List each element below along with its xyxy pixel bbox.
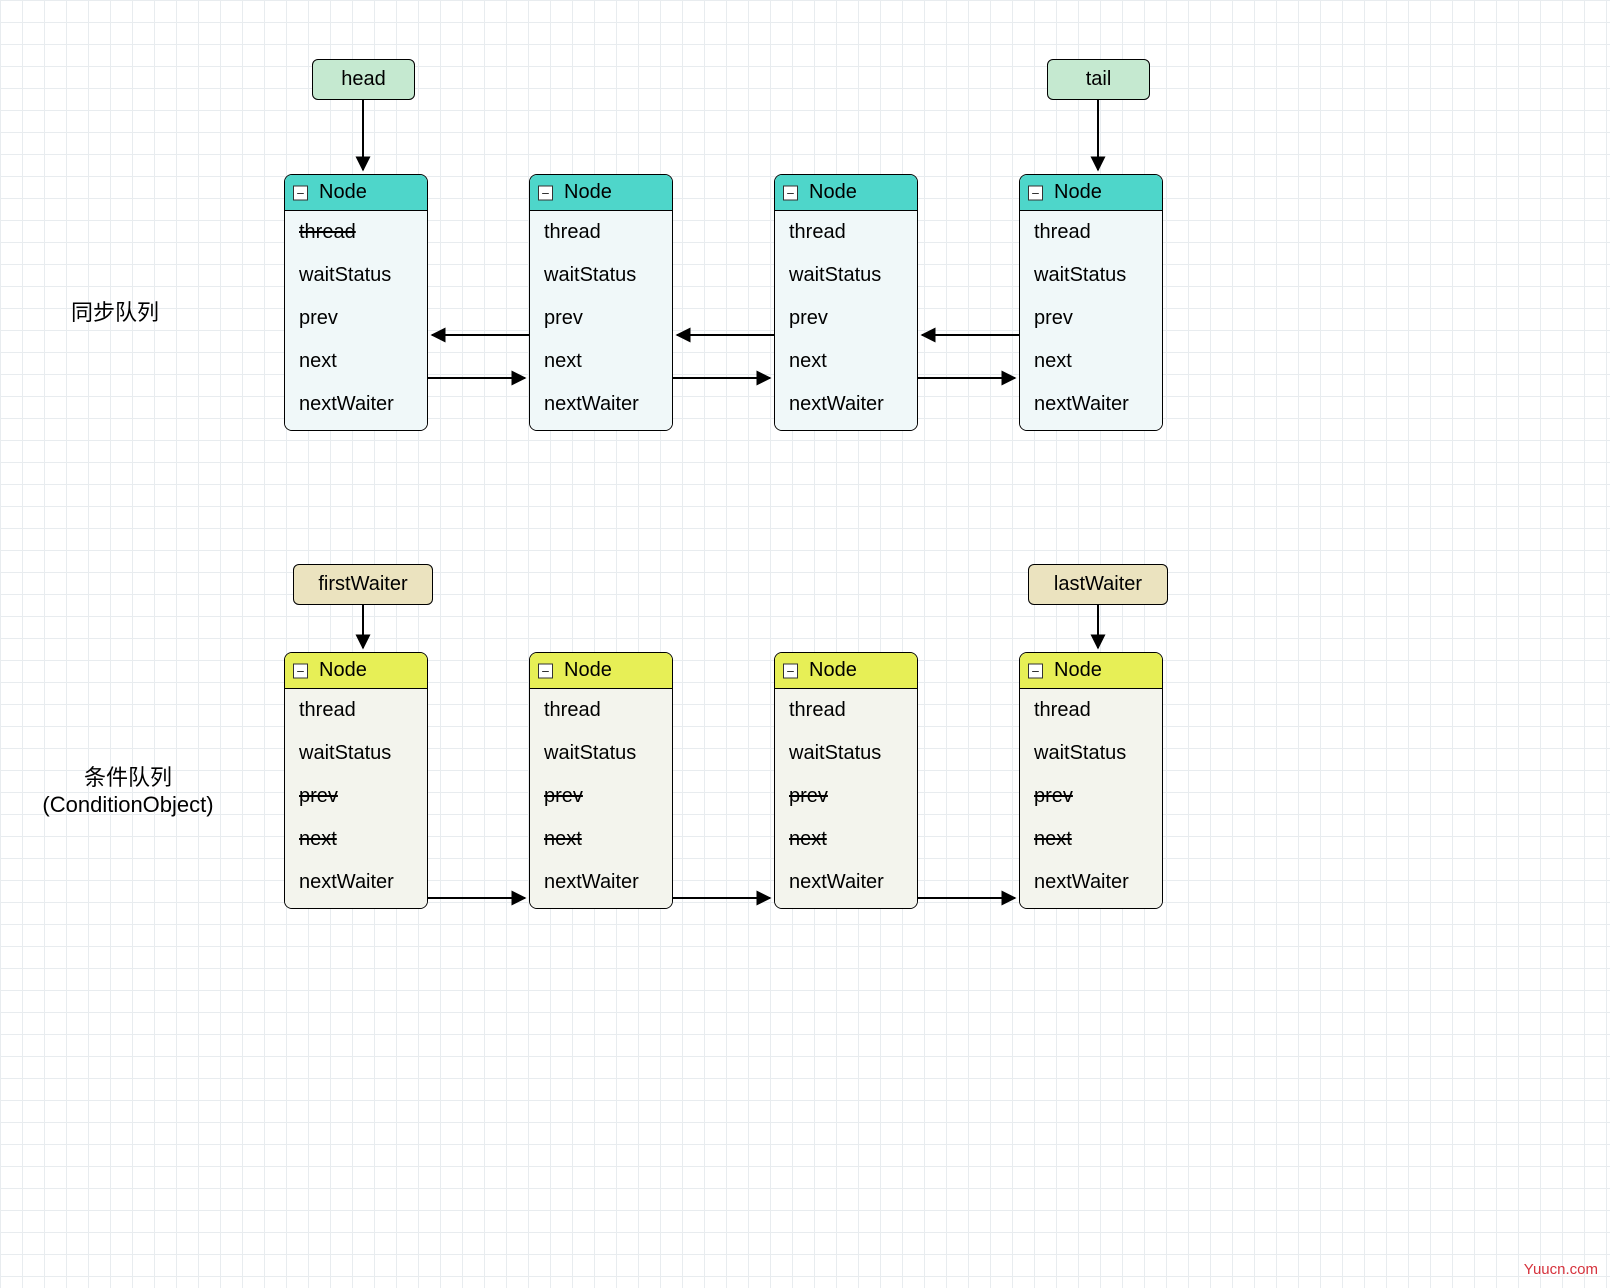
field-next: next: [299, 350, 413, 373]
collapse-icon[interactable]: –: [783, 663, 798, 678]
node-body: thread waitStatus prev next nextWaiter: [775, 689, 917, 908]
sync-queue-label: 同步队列: [50, 295, 180, 327]
first-waiter-label: firstWaiter: [293, 564, 433, 605]
node-header: –Node: [775, 653, 917, 689]
node-title: Node: [319, 659, 367, 681]
collapse-icon[interactable]: –: [538, 185, 553, 200]
field-thread: thread: [544, 699, 658, 722]
cond-queue-label: 条件队列 (ConditionObject): [18, 760, 238, 818]
field-thread: thread: [299, 221, 413, 244]
collapse-icon[interactable]: –: [783, 185, 798, 200]
node-body: thread waitStatus prev next nextWaiter: [530, 211, 672, 430]
node-title: Node: [564, 659, 612, 681]
sync-node-1: –Node thread waitStatus prev next nextWaiter: [529, 174, 673, 431]
node-header: –Node: [775, 175, 917, 211]
node-body: thread waitStatus prev next nextWaiter: [285, 211, 427, 430]
collapse-icon[interactable]: –: [1028, 663, 1043, 678]
field-thread: thread: [1034, 221, 1148, 244]
cond-queue-label-1: 条件队列: [18, 760, 238, 792]
field-next: next: [789, 828, 903, 851]
cond-node-2: –Node thread waitStatus prev next nextWaiter: [774, 652, 918, 909]
node-title: Node: [319, 181, 367, 203]
collapse-icon[interactable]: –: [293, 663, 308, 678]
field-nextWaiter: nextWaiter: [1034, 871, 1148, 894]
node-header: –Node: [1020, 175, 1162, 211]
field-nextWaiter: nextWaiter: [1034, 393, 1148, 416]
node-header: –Node: [530, 653, 672, 689]
collapse-icon[interactable]: –: [538, 663, 553, 678]
node-body: thread waitStatus prev next nextWaiter: [1020, 211, 1162, 430]
head-label: head: [312, 59, 415, 100]
field-prev: prev: [789, 785, 903, 808]
cond-queue-label-2: (ConditionObject): [18, 792, 238, 818]
field-thread: thread: [299, 699, 413, 722]
node-header: –Node: [285, 653, 427, 689]
field-thread: thread: [789, 221, 903, 244]
field-next: next: [1034, 350, 1148, 373]
last-waiter-label: lastWaiter: [1028, 564, 1168, 605]
field-thread: thread: [544, 221, 658, 244]
node-body: thread waitStatus prev next nextWaiter: [1020, 689, 1162, 908]
tail-label: tail: [1047, 59, 1150, 100]
field-waitStatus: waitStatus: [299, 742, 413, 765]
field-thread: thread: [789, 699, 903, 722]
node-title: Node: [564, 181, 612, 203]
field-waitStatus: waitStatus: [1034, 742, 1148, 765]
cond-node-0: –Node thread waitStatus prev next nextWaiter: [284, 652, 428, 909]
field-nextWaiter: nextWaiter: [789, 871, 903, 894]
field-prev: prev: [544, 785, 658, 808]
cond-node-1: –Node thread waitStatus prev next nextWaiter: [529, 652, 673, 909]
node-body: thread waitStatus prev next nextWaiter: [775, 211, 917, 430]
field-waitStatus: waitStatus: [544, 742, 658, 765]
node-title: Node: [1054, 181, 1102, 203]
sync-node-3: –Node thread waitStatus prev next nextWaiter: [1019, 174, 1163, 431]
sync-node-2: –Node thread waitStatus prev next nextWaiter: [774, 174, 918, 431]
node-header: –Node: [1020, 653, 1162, 689]
field-next: next: [544, 828, 658, 851]
node-title: Node: [1054, 659, 1102, 681]
field-thread: thread: [1034, 699, 1148, 722]
field-prev: prev: [544, 307, 658, 330]
field-waitStatus: waitStatus: [544, 264, 658, 287]
field-next: next: [1034, 828, 1148, 851]
node-header: –Node: [530, 175, 672, 211]
node-header: –Node: [285, 175, 427, 211]
sync-node-0: –Node thread waitStatus prev next nextWaiter: [284, 174, 428, 431]
node-body: thread waitStatus prev next nextWaiter: [530, 689, 672, 908]
field-prev: prev: [1034, 307, 1148, 330]
node-title: Node: [809, 659, 857, 681]
field-prev: prev: [1034, 785, 1148, 808]
node-body: thread waitStatus prev next nextWaiter: [285, 689, 427, 908]
field-next: next: [299, 828, 413, 851]
collapse-icon[interactable]: –: [1028, 185, 1043, 200]
node-title: Node: [809, 181, 857, 203]
field-nextWaiter: nextWaiter: [544, 871, 658, 894]
collapse-icon[interactable]: –: [293, 185, 308, 200]
cond-node-3: –Node thread waitStatus prev next nextWaiter: [1019, 652, 1163, 909]
field-next: next: [789, 350, 903, 373]
field-nextWaiter: nextWaiter: [789, 393, 903, 416]
field-next: next: [544, 350, 658, 373]
field-nextWaiter: nextWaiter: [299, 393, 413, 416]
field-nextWaiter: nextWaiter: [544, 393, 658, 416]
field-waitStatus: waitStatus: [789, 264, 903, 287]
field-prev: prev: [299, 307, 413, 330]
field-prev: prev: [789, 307, 903, 330]
field-nextWaiter: nextWaiter: [299, 871, 413, 894]
field-prev: prev: [299, 785, 413, 808]
field-waitStatus: waitStatus: [1034, 264, 1148, 287]
field-waitStatus: waitStatus: [299, 264, 413, 287]
field-waitStatus: waitStatus: [789, 742, 903, 765]
watermark: Yuucn.com: [1524, 1261, 1598, 1278]
